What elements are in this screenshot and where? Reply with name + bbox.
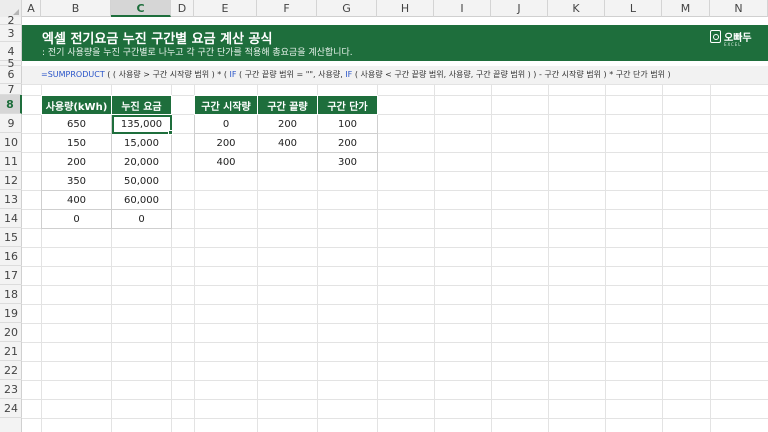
gridline-horizontal — [22, 304, 768, 305]
gridline-horizontal — [22, 266, 768, 267]
column-header-h[interactable]: H — [377, 0, 434, 17]
row-header-2[interactable]: 2 — [0, 15, 22, 26]
gridline-horizontal — [22, 84, 768, 85]
tier-table: 구간 시작량 구간 끝량 구간 단가 0 200 100 200 400 200 400 300 — [194, 95, 378, 172]
column-header-d[interactable]: D — [171, 0, 194, 17]
gridline-horizontal — [22, 361, 768, 362]
column-header-b[interactable]: B — [41, 0, 111, 17]
usage-table-cell[interactable]: 150 — [41, 133, 112, 153]
row-header-16[interactable]: 16 — [0, 247, 22, 266]
column-header-f[interactable]: F — [257, 0, 317, 17]
column-header-m[interactable]: M — [662, 0, 710, 17]
tier-table-header-cell[interactable]: 구간 끝량 — [257, 95, 318, 115]
formula-function: =SUMPRODUCT — [41, 70, 105, 79]
logo-icon — [710, 30, 721, 43]
usage-table-cell[interactable]: 15,000 — [111, 133, 172, 153]
row-header-24[interactable]: 24 — [0, 399, 22, 418]
banner-subtitle: : 전기 사용량을 누진 구간별로 나누고 각 구간 단가를 적용해 총요금을 … — [42, 48, 353, 58]
gridline-horizontal — [22, 247, 768, 248]
row-header-7[interactable]: 7 — [0, 84, 22, 95]
column-header-j[interactable]: J — [491, 0, 548, 17]
row-header-13[interactable]: 13 — [0, 190, 22, 209]
row-header-23[interactable]: 23 — [0, 380, 22, 399]
gridline-horizontal — [22, 380, 768, 381]
fill-handle[interactable] — [168, 130, 173, 135]
column-header-l[interactable]: L — [605, 0, 662, 17]
usage-table-cell[interactable]: 350 — [41, 171, 112, 191]
usage-table-cell[interactable]: 400 — [41, 190, 112, 210]
row-header-8[interactable]: 8 — [0, 95, 22, 114]
usage-table-header-cell[interactable]: 누진 요금 — [111, 95, 172, 115]
tier-table-row: 200 400 200 — [194, 133, 378, 153]
usage-table-cell[interactable]: 20,000 — [111, 152, 172, 172]
row-header-12[interactable]: 12 — [0, 171, 22, 190]
tier-table-row: 400 300 — [194, 152, 378, 172]
row-header-14[interactable]: 14 — [0, 209, 22, 228]
tier-table-cell[interactable]: 200 — [317, 133, 378, 153]
column-header-a[interactable]: A — [22, 0, 41, 17]
usage-table-cell[interactable]: 0 — [41, 209, 112, 229]
row-header-19[interactable]: 19 — [0, 304, 22, 323]
column-header-n[interactable]: N — [710, 0, 768, 17]
row-header-11[interactable]: 11 — [0, 152, 22, 171]
usage-table-cell[interactable]: 0 — [111, 209, 172, 229]
tier-table-header: 구간 시작량 구간 끝량 구간 단가 — [194, 95, 378, 115]
row-header-6[interactable]: 6 — [0, 66, 22, 84]
usage-table-row: 400 60,000 — [41, 190, 172, 210]
tier-table-cell[interactable] — [258, 153, 318, 172]
gridline-horizontal — [22, 323, 768, 324]
row-header-9[interactable]: 9 — [0, 114, 22, 133]
tier-table-cell[interactable]: 300 — [317, 152, 378, 172]
column-header-e[interactable]: E — [194, 0, 257, 17]
row-header-21[interactable]: 21 — [0, 342, 22, 361]
row-header-15[interactable]: 15 — [0, 228, 22, 247]
usage-table-row: 150 15,000 — [41, 133, 172, 153]
row-header-bar: 2 3 4 5 6 7 8 9 10 11 12 13 14 15 16 17 18 19 20 21 22 23 24 — [0, 15, 22, 432]
formula-cell-row[interactable]: =SUMPRODUCT ( ( 사용량 > 구간 시작량 범위 ) * ( IF… — [22, 66, 768, 84]
usage-table-row: 650 135,000 — [41, 114, 172, 134]
usage-table-cell[interactable]: 650 — [41, 114, 112, 134]
row-header-3[interactable]: 3 — [0, 25, 22, 42]
usage-table-cell[interactable]: 60,000 — [111, 190, 172, 210]
row-header-10[interactable]: 10 — [0, 133, 22, 152]
gridline-horizontal — [22, 418, 768, 419]
usage-table: 사용량(kWh) 누진 요금 650 135,000 150 15,000 200 20,0… — [41, 95, 172, 229]
column-header-i[interactable]: I — [434, 0, 491, 17]
usage-table-header-cell[interactable]: 사용량(kWh) — [41, 95, 112, 115]
column-header-g[interactable]: G — [317, 0, 377, 17]
tier-table-cell[interactable]: 400 — [194, 152, 258, 172]
gridline-horizontal — [22, 399, 768, 400]
row-header-22[interactable]: 22 — [0, 361, 22, 380]
formula-text: =SUMPRODUCT ( ( 사용량 > 구간 시작량 범위 ) * ( IF… — [41, 69, 671, 80]
tier-table-cell[interactable]: 400 — [257, 133, 318, 153]
usage-table-row: 200 20,000 — [41, 152, 172, 172]
column-header-c[interactable]: C — [111, 0, 171, 17]
formula-argument: ( 사용량 < 구간 끝량 범위, 사용량, 구간 끝량 범위 ) ) - 구간… — [352, 70, 671, 79]
gridline-horizontal — [22, 285, 768, 286]
usage-table-header: 사용량(kWh) 누진 요금 — [41, 95, 172, 115]
tier-table-cell[interactable]: 100 — [317, 114, 378, 134]
column-header-bar: ABCDEFGHIJKLMN — [0, 0, 768, 17]
row-header-18[interactable]: 18 — [0, 285, 22, 304]
column-header-k[interactable]: K — [548, 0, 605, 17]
tier-table-header-cell[interactable]: 구간 시작량 — [194, 95, 258, 115]
brand-logo: 오빠두 EXCEL — [710, 27, 752, 51]
tier-table-cell[interactable]: 0 — [194, 114, 258, 134]
title-banner: 엑셀 전기요금 누진 구간별 요금 계산 공식 : 전기 사용량을 누진 구간별… — [22, 25, 768, 61]
usage-table-row: 00 — [41, 209, 172, 229]
usage-table-cell[interactable]: 200 — [41, 152, 112, 172]
tier-table-cell[interactable]: 200 — [257, 114, 318, 134]
formula-argument: ( ( 사용량 > 구간 시작량 범위 ) * ( — [104, 70, 230, 79]
row-header-20[interactable]: 20 — [0, 323, 22, 342]
logo-subtext: EXCEL — [724, 42, 742, 47]
gridline-horizontal — [22, 342, 768, 343]
tier-table-row: 0 200 100 — [194, 114, 378, 134]
usage-table-row: 350 50,000 — [41, 171, 172, 191]
usage-table-cell[interactable]: 135,000 — [111, 114, 172, 134]
tier-table-cell[interactable]: 200 — [194, 133, 258, 153]
row-header-17[interactable]: 17 — [0, 266, 22, 285]
tier-table-header-cell[interactable]: 구간 단가 — [317, 95, 378, 115]
formula-argument: ( 구간 끝량 범위 = "", 사용량, — [236, 70, 346, 79]
usage-table-cell[interactable]: 50,000 — [111, 171, 172, 191]
